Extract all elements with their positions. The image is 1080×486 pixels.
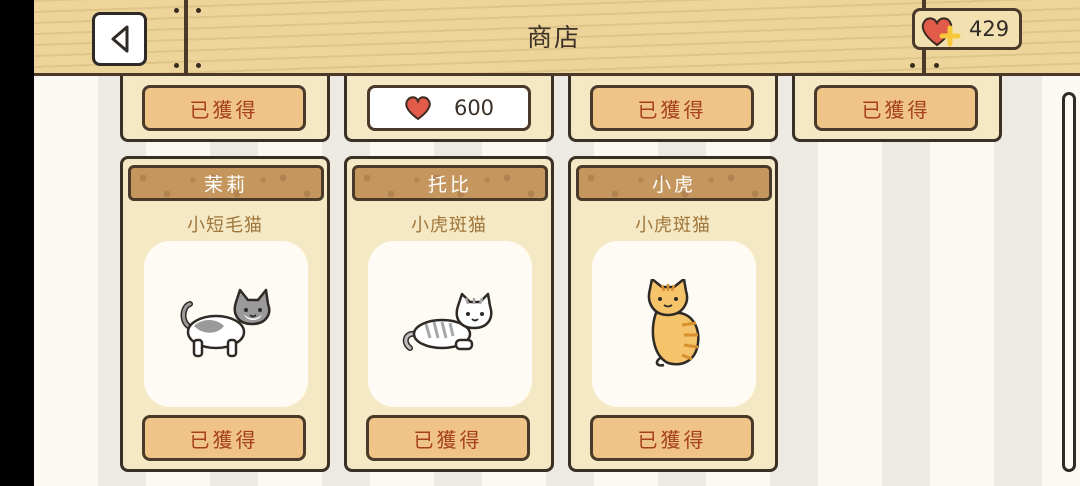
hearts-balance[interactable]: 429: [912, 8, 1022, 50]
nail-icon: [196, 8, 201, 13]
obtained-button[interactable]: 已獲得: [142, 85, 306, 131]
obtained-button[interactable]: 已獲得: [590, 415, 754, 461]
obtained-button[interactable]: 已獲得: [814, 85, 978, 131]
cat-name: 托比: [352, 165, 548, 201]
shop-screen: 商店 429 已獲得 600 已獲得 已獲得 茉莉 小短毛猫 已獲得 托比 小虎…: [34, 0, 1080, 486]
cat-card: 托比 小虎斑猫 已獲得: [344, 156, 554, 472]
nail-icon: [196, 63, 201, 68]
cat-card: 茉莉 小短毛猫 已獲得: [120, 156, 330, 472]
nail-icon: [174, 8, 179, 13]
nail-icon: [174, 63, 179, 68]
back-button[interactable]: [92, 12, 147, 66]
scrollbar[interactable]: [1062, 92, 1076, 472]
plank-divider: [184, 0, 188, 76]
cat-name: 小虎: [576, 165, 772, 201]
orange-tabby-cat-icon: [647, 279, 700, 367]
header-bar: 商店 429: [34, 0, 1080, 76]
obtained-button[interactable]: 已獲得: [366, 415, 530, 461]
page-title: 商店: [526, 23, 581, 52]
cat-portrait: [592, 241, 756, 407]
obtained-button[interactable]: 已獲得: [142, 415, 306, 461]
heart-plus-icon: [921, 17, 961, 47]
cat-card: 小虎 小虎斑猫 已獲得: [568, 156, 778, 472]
cat-portrait: [368, 241, 532, 407]
cat-breed: 小虎斑猫: [635, 215, 711, 236]
cat-breed: 小短毛猫: [187, 215, 263, 236]
heart-icon: [405, 96, 431, 121]
cat-breed: 小虎斑猫: [411, 215, 487, 236]
price-value: 600: [453, 96, 495, 120]
buy-button[interactable]: 600: [367, 85, 531, 131]
gray-tabby-cat-icon: [402, 292, 493, 351]
back-arrow-icon: [111, 25, 128, 53]
hearts-count: 429: [969, 17, 1010, 41]
nail-icon: [934, 63, 939, 68]
gray-white-shorthair-cat-icon: [180, 288, 271, 358]
cat-name: 茉莉: [128, 165, 324, 201]
obtained-button[interactable]: 已獲得: [590, 85, 754, 131]
cat-portrait: [144, 241, 308, 407]
nail-icon: [910, 63, 915, 68]
